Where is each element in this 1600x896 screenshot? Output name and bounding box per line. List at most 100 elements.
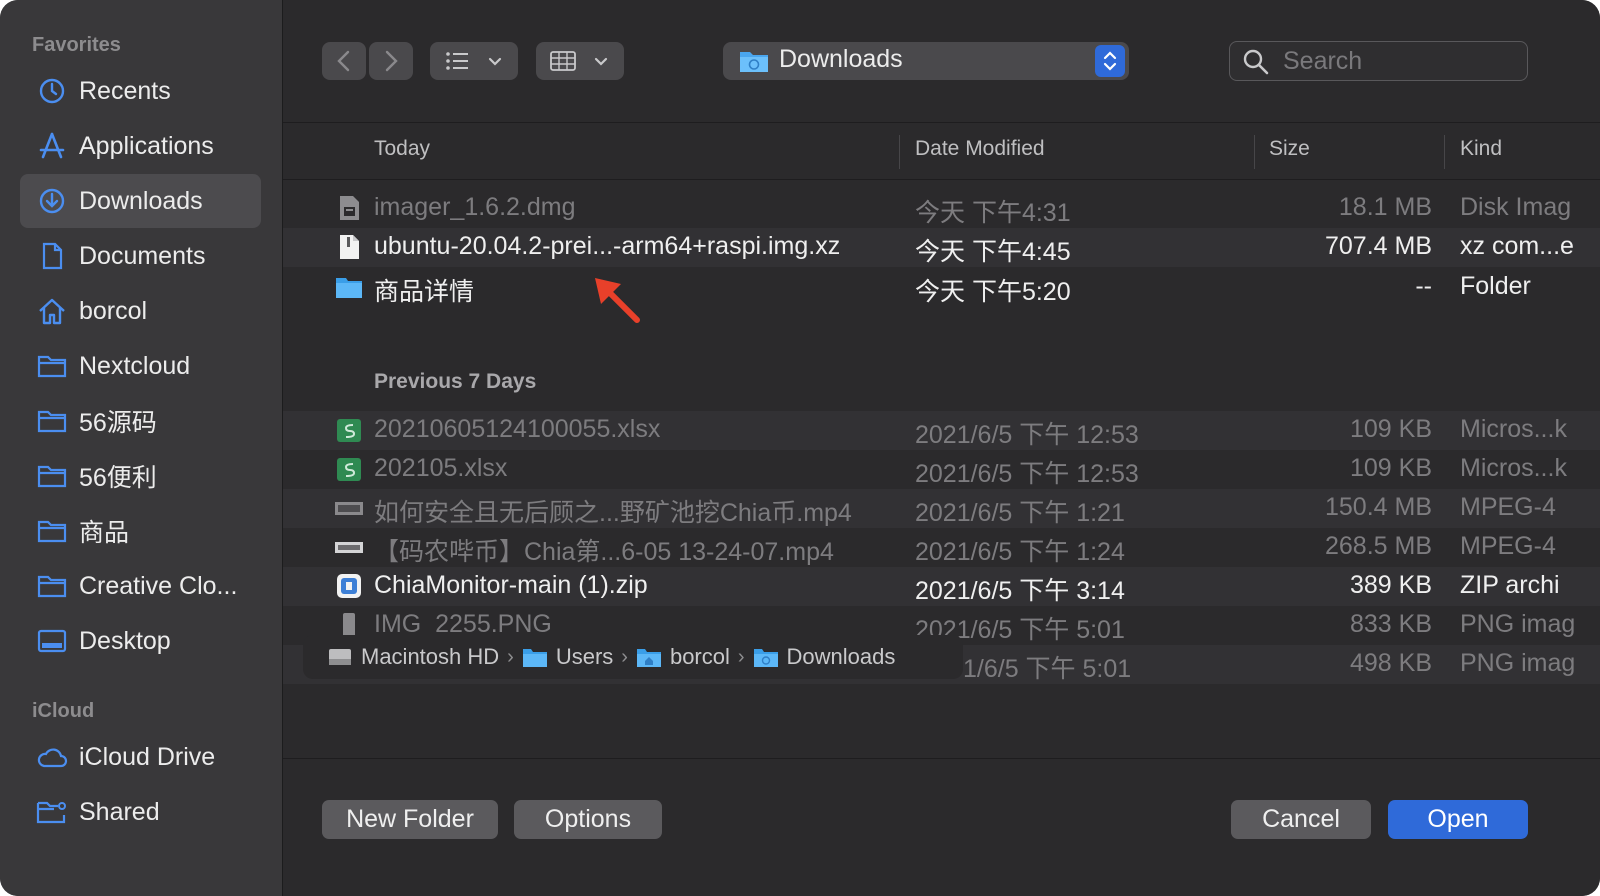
file-name: 【码农哔币】Chia第...6-05 13-24-07.mp4 <box>374 538 834 566</box>
sidebar-item-applications[interactable]: Applications <box>20 119 261 173</box>
download-icon <box>36 185 68 217</box>
path-segment-macintosh-hd[interactable]: Macintosh HD <box>327 644 499 670</box>
file-size: 833 KB <box>1349 610 1432 638</box>
file-size: 18.1 MB <box>1338 193 1432 221</box>
new-folder-button[interactable]: New Folder <box>322 800 498 839</box>
path-segment-label: Users <box>555 644 614 669</box>
file-row[interactable]: 【码农哔币】Chia第...6-05 13-24-07.mp4 2021/6/5… <box>283 528 1600 567</box>
column-header-date-modified[interactable]: Date Modified <box>915 137 1045 161</box>
path-segment-users[interactable]: Users <box>522 644 613 670</box>
path-segment-label: borcol <box>669 644 730 669</box>
file-size: 389 KB <box>1349 571 1432 599</box>
file-row[interactable]: 202105.xlsx 2021/6/5 下午 12:53 109 KB Mic… <box>283 450 1600 489</box>
chevron-right-icon <box>385 50 398 72</box>
sidebar-item-creative-cloud[interactable]: Creative Clo... <box>20 559 261 613</box>
cloud-icon <box>36 741 68 773</box>
path-separator-icon: › <box>737 645 745 668</box>
sidebar-item-label: Applications <box>79 131 214 160</box>
spreadsheet-icon <box>337 458 361 481</box>
file-size: 707.4 MB <box>1324 232 1432 260</box>
column-header-name[interactable]: Today <box>374 137 430 161</box>
file-name: 20210605124100055.xlsx <box>374 415 661 443</box>
file-kind: Folder <box>1460 272 1531 300</box>
column-divider[interactable] <box>899 135 900 169</box>
sidebar-item-desktop[interactable]: Desktop <box>20 614 261 668</box>
forward-button[interactable] <box>369 42 413 80</box>
sidebar-item-shared[interactable]: Shared <box>20 785 261 839</box>
file-date: 今天 下午5:20 <box>915 278 1071 306</box>
column-header-row: Today Date Modified Size Kind <box>283 122 1600 180</box>
hard-drive-icon <box>329 649 351 665</box>
group-header-previous-7-days: Previous 7 Days <box>374 370 537 393</box>
home-icon <box>36 295 68 327</box>
location-stepper[interactable] <box>1095 45 1125 77</box>
file-date: 2021/6/5 下午 1:21 <box>915 499 1125 527</box>
up-down-chevron-icon <box>1103 51 1117 71</box>
path-segment-label: Macintosh HD <box>361 644 500 669</box>
favorites-section-label: Favorites <box>32 34 121 56</box>
main-pane: Downloads Search Today Date Modified Siz… <box>283 0 1600 896</box>
file-date: 2021/6/5 下午 12:53 <box>915 421 1139 449</box>
file-kind: PNG imag <box>1460 610 1576 638</box>
sidebar-item-label: Shared <box>79 797 160 826</box>
sidebar-item-label: 商品 <box>79 519 130 547</box>
video-icon <box>335 502 363 515</box>
document-icon <box>36 240 68 272</box>
group-by-button[interactable] <box>536 42 624 80</box>
file-kind: xz com...e <box>1460 232 1574 260</box>
file-kind: Micros...k <box>1460 454 1567 482</box>
list-view-button[interactable] <box>430 42 518 80</box>
clock-icon <box>36 75 68 107</box>
search-field[interactable]: Search <box>1229 41 1528 81</box>
file-size: 150.4 MB <box>1324 493 1432 521</box>
open-file-dialog: Favorites Recents Applications Downloads… <box>0 0 1600 896</box>
shared-folder-icon <box>36 796 68 828</box>
column-divider[interactable] <box>1444 135 1445 169</box>
icloud-section-label: iCloud <box>32 700 95 722</box>
file-size: 109 KB <box>1349 415 1432 443</box>
sidebar-item-label: iCloud Drive <box>79 742 216 771</box>
downloads-folder-icon <box>753 649 778 667</box>
file-row[interactable]: ChiaMonitor-main (1).zip 2021/6/5 下午 3:1… <box>283 567 1600 606</box>
sidebar-item-nextcloud[interactable]: Nextcloud <box>20 339 261 393</box>
sidebar-item-56bianli[interactable]: 56便利 <box>20 449 261 503</box>
file-row[interactable]: 商品详情 今天 下午5:20 -- Folder <box>283 268 1600 307</box>
sidebar-item-recents[interactable]: Recents <box>20 64 261 118</box>
file-date: 2021/6/5 下午 1:24 <box>915 538 1125 566</box>
file-name: ubuntu-20.04.2-prei...-arm64+raspi.img.x… <box>374 232 841 260</box>
column-header-size[interactable]: Size <box>1269 137 1310 161</box>
sidebar-item-shangpin[interactable]: 商品 <box>20 504 261 558</box>
spreadsheet-icon <box>337 419 361 442</box>
file-row[interactable]: 20210605124100055.xlsx 2021/6/5 下午 12:53… <box>283 411 1600 450</box>
annotation-arrow-icon <box>595 278 640 323</box>
file-row[interactable]: imager_1.6.2.dmg 今天 下午4:31 18.1 MB Disk … <box>283 189 1600 228</box>
folder-icon <box>36 405 68 437</box>
file-row[interactable]: 如何安全且无后顾之...野矿池挖Chia币.mp4 2021/6/5 下午 1:… <box>283 489 1600 528</box>
sidebar-item-label: Recents <box>79 76 171 105</box>
column-divider[interactable] <box>1254 135 1255 169</box>
file-date: 2021/6/5 下午 12:53 <box>915 460 1139 488</box>
file-date: 1/6/5 下午 5:01 <box>963 655 1132 683</box>
file-name: ChiaMonitor-main (1).zip <box>374 571 648 599</box>
path-segment-downloads[interactable]: Downloads <box>753 644 895 670</box>
file-date: 今天 下午4:31 <box>915 199 1071 227</box>
sidebar-item-borcol[interactable]: borcol <box>20 284 261 338</box>
desktop-icon <box>36 625 68 657</box>
file-kind: ZIP archi <box>1460 571 1560 599</box>
cancel-button[interactable]: Cancel <box>1231 800 1371 839</box>
sidebar-item-documents[interactable]: Documents <box>20 229 261 283</box>
path-separator-icon: › <box>621 645 628 668</box>
folder-icon <box>336 278 362 298</box>
sidebar-item-downloads[interactable]: Downloads <box>20 174 261 228</box>
sidebar-item-label: Creative Clo... <box>79 571 238 600</box>
back-button[interactable] <box>322 42 366 80</box>
sidebar-item-icloud-drive[interactable]: iCloud Drive <box>20 730 261 784</box>
options-button[interactable]: Options <box>514 800 662 839</box>
location-popup[interactable]: Downloads <box>723 42 1129 80</box>
open-button[interactable]: Open <box>1388 800 1528 839</box>
file-row[interactable]: ubuntu-20.04.2-prei...-arm64+raspi.img.x… <box>283 228 1600 267</box>
column-header-kind[interactable]: Kind <box>1460 137 1502 161</box>
path-segment-borcol[interactable]: borcol <box>636 644 730 670</box>
sidebar-item-56yuanma[interactable]: 56源码 <box>20 394 261 448</box>
location-label: Downloads <box>779 45 903 73</box>
